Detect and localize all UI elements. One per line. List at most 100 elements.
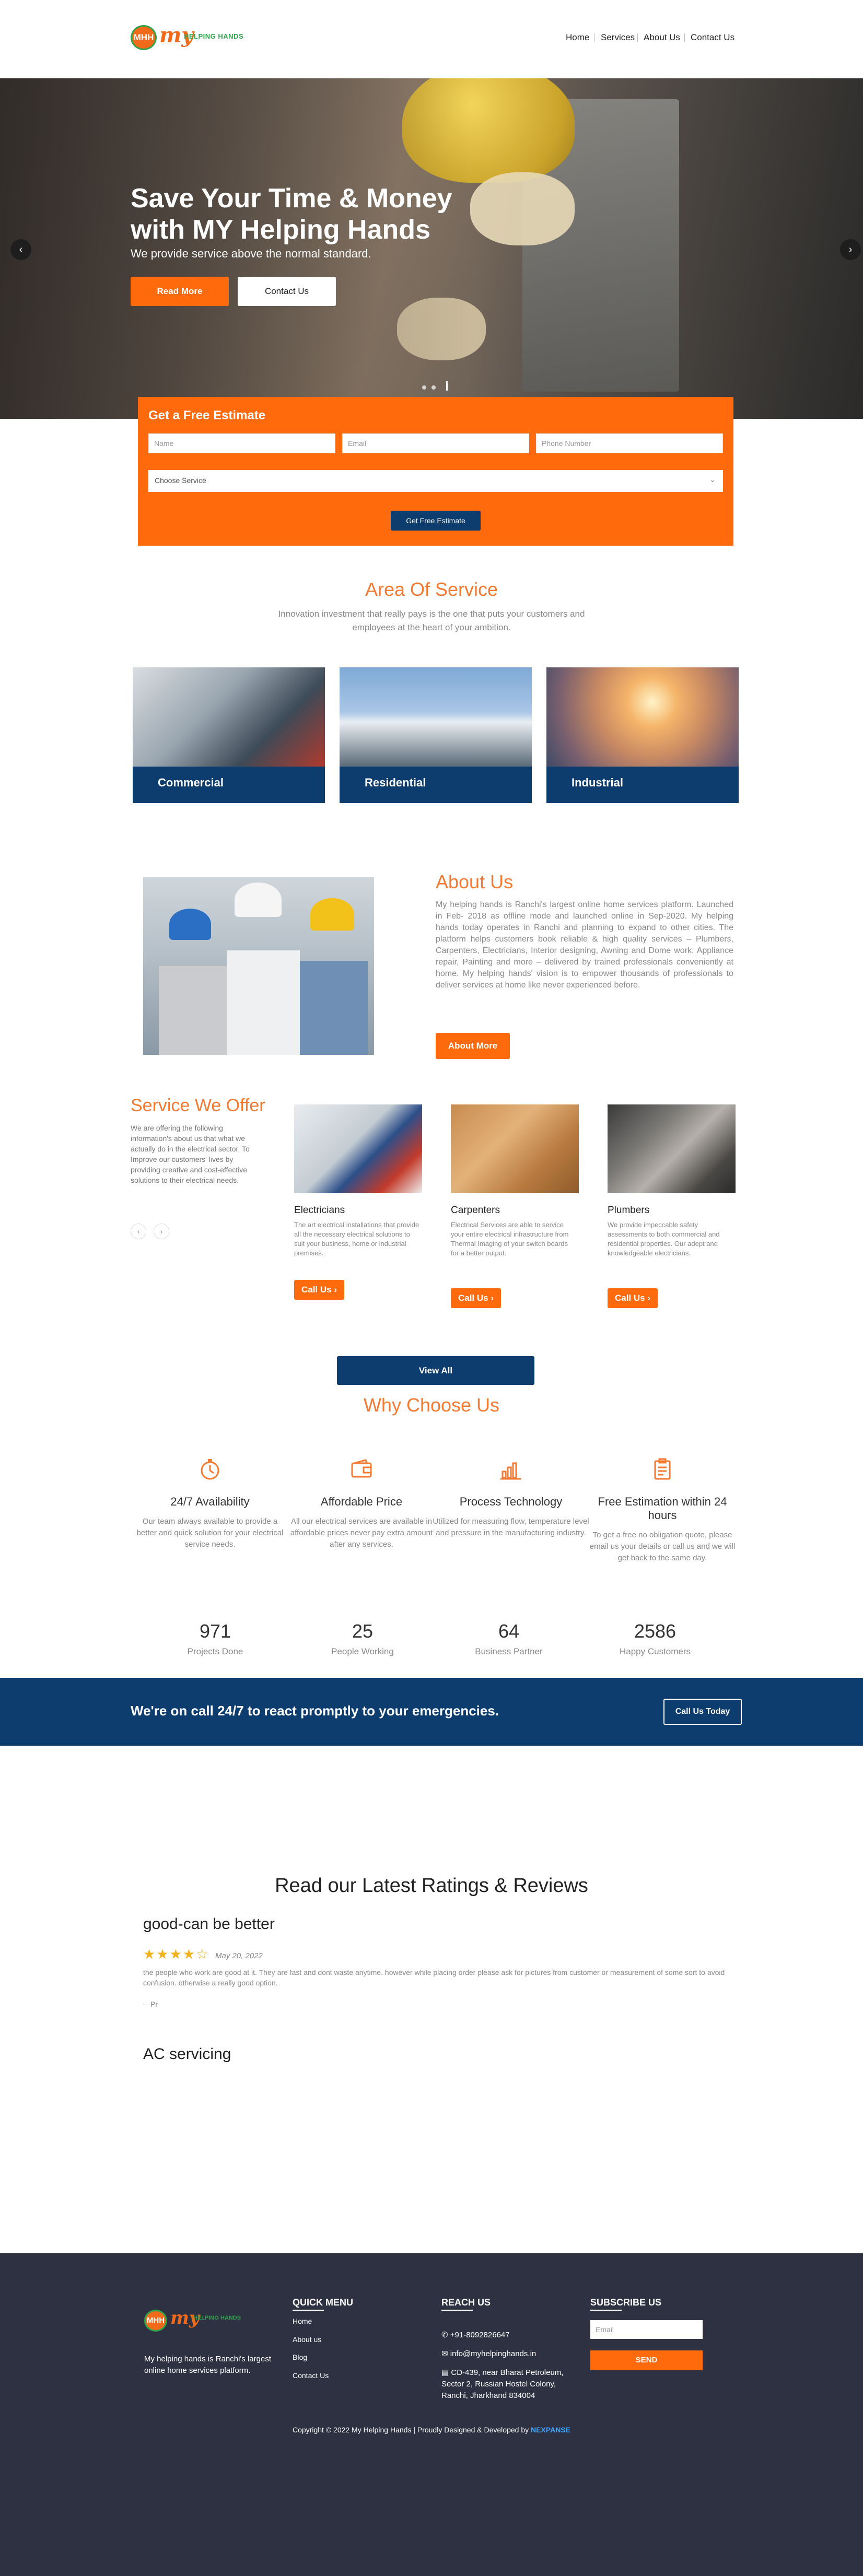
call-us-today-button[interactable]: Call Us Today <box>663 1699 742 1725</box>
emergency-call-band: We're on call 24/7 to react promptly to … <box>0 1678 863 1746</box>
why-desc: To get a free no obligation quote, pleas… <box>589 1531 736 1562</box>
review-body: the people who work are good at it. They… <box>143 1968 725 1987</box>
why-desc: Our team always available to provide a b… <box>136 1517 284 1549</box>
phone-contact[interactable]: ✆ +91-8092826647 <box>441 2330 510 2341</box>
stat-people: 25 People Working <box>284 1620 441 1657</box>
chevron-right-icon: › <box>647 1293 651 1303</box>
heading-underline <box>293 2310 324 2311</box>
nav-home[interactable]: Home <box>566 32 589 43</box>
area-card-label: Residential <box>365 776 426 789</box>
area-card-commercial[interactable]: Commercial <box>133 667 325 803</box>
view-all-button[interactable]: View All <box>337 1356 534 1385</box>
stat-partners: 64 Business Partner <box>430 1620 587 1657</box>
address-contact: ▤ CD-439, near Bharat Petroleum, Sector … <box>441 2368 564 2400</box>
stat-label: Happy Customers <box>619 1646 691 1656</box>
service-select[interactable]: Choose Service ⌄ <box>148 470 723 492</box>
estimate-title: Get a Free Estimate <box>148 408 266 422</box>
subscribe-email-input[interactable]: Email <box>590 2320 703 2339</box>
estimate-form: Get a Free Estimate Name Email Phone Num… <box>138 397 733 546</box>
services-text: We are offering the following informatio… <box>131 1124 250 1184</box>
contact-us-button[interactable]: Contact Us <box>238 277 336 306</box>
nav-about[interactable]: About Us <box>644 32 680 43</box>
carousel-prev-button[interactable]: ‹ <box>131 1224 146 1239</box>
clock-icon <box>201 1459 219 1480</box>
slider-dot[interactable] <box>431 385 436 390</box>
why-name: 24/7 Availability <box>170 1495 250 1508</box>
area-title: Area Of Service <box>365 579 498 600</box>
call-us-button[interactable]: Call Us › <box>294 1280 344 1300</box>
footer-link-blog[interactable]: Blog <box>293 2353 307 2361</box>
stat-number: 25 <box>352 1620 374 1642</box>
white-helmet <box>235 883 282 917</box>
area-card-residential[interactable]: Residential <box>340 667 532 803</box>
email-field[interactable]: Email <box>342 433 529 453</box>
nav-contact[interactable]: Contact Us <box>691 32 734 43</box>
why-name: Affordable Price <box>320 1495 403 1508</box>
map-icon: ▤ <box>441 2368 449 2377</box>
name-field[interactable]: Name <box>148 433 335 453</box>
stat-label: Business Partner <box>475 1646 543 1656</box>
quick-menu-title: QUICK MENU <box>293 2297 353 2308</box>
slider-dot[interactable] <box>422 385 426 390</box>
worker-body <box>159 966 227 1055</box>
star-rating: ★★★★☆ <box>143 1946 209 1962</box>
nav-services[interactable]: Services <box>601 32 635 43</box>
carpenters-image <box>451 1104 579 1193</box>
footer-logo[interactable]: MHH <box>144 2310 167 2332</box>
services-title: Service We Offer <box>131 1096 265 1115</box>
phone-icon: ✆ <box>441 2331 448 2339</box>
plumbers-image <box>608 1104 736 1193</box>
call-us-button[interactable]: Call Us › <box>451 1288 501 1308</box>
review-heading: AC servicing <box>143 2045 231 2063</box>
email-contact[interactable]: ✉ info@myhelpinghands.in <box>441 2348 536 2360</box>
hero-slider: Save Your Time & Money with MY Helping H… <box>0 78 863 419</box>
call-us-button[interactable]: Call Us › <box>608 1288 658 1308</box>
stat-customers: 2586 Happy Customers <box>577 1620 733 1657</box>
chevron-right-icon: › <box>491 1293 494 1303</box>
chevron-left-icon[interactable]: ‹ <box>10 239 31 260</box>
heading-underline <box>590 2310 622 2311</box>
about-more-button[interactable]: About More <box>436 1033 510 1059</box>
footer-link-about[interactable]: About us <box>293 2335 321 2344</box>
hero-title: Save Your Time & Money with MY Helping H… <box>131 183 452 245</box>
subscribe-title: SUBSCRIBE US <box>590 2297 662 2308</box>
service-desc: Electrical Services are able to service … <box>451 1221 569 1257</box>
commercial-image <box>133 667 325 767</box>
wallet-icon <box>351 1459 372 1478</box>
footer-link-contact[interactable]: Contact Us <box>293 2371 329 2380</box>
why-item: Free Estimation within 24 hours To get a… <box>584 1457 741 1564</box>
about-title: About Us <box>436 871 514 892</box>
get-free-estimate-button[interactable]: Get Free Estimate <box>391 511 481 531</box>
area-card-industrial[interactable]: Industrial <box>546 667 739 803</box>
carousel-next-button[interactable]: › <box>154 1224 169 1239</box>
stat-number: 64 <box>498 1620 520 1642</box>
area-subtitle: Innovation investment that really pays i… <box>278 609 585 632</box>
site-header: MHH my HELPING HANDS Home Services About… <box>0 0 863 78</box>
stat-number: 971 <box>199 1620 231 1642</box>
worker-body <box>227 950 300 1055</box>
chevron-down-icon: ⌄ <box>709 475 716 484</box>
service-name: Plumbers <box>608 1205 650 1216</box>
review-date: May 20, 2022 <box>215 1951 263 1960</box>
phone-field[interactable]: Phone Number <box>536 433 723 453</box>
stat-projects: 971 Projects Done <box>137 1620 294 1657</box>
service-name: Carpenters <box>451 1205 500 1216</box>
slider-dot-active[interactable] <box>446 381 448 391</box>
read-more-button[interactable]: Read More <box>131 277 229 306</box>
stat-label: Projects Done <box>187 1646 243 1656</box>
hero-subtitle: We provide service above the normal stan… <box>131 247 371 260</box>
why-desc: All our electrical services are availabl… <box>290 1517 433 1549</box>
send-button[interactable]: SEND <box>590 2350 703 2370</box>
footer-link-home[interactable]: Home <box>293 2317 312 2325</box>
about-image <box>143 877 374 1055</box>
chevron-right-icon[interactable]: › <box>840 239 861 260</box>
about-text: My helping hands is Ranchi's largest onl… <box>436 900 733 990</box>
footer-about: My helping hands is Ranchi's largest onl… <box>144 2355 271 2375</box>
reach-us-title: REACH US <box>441 2297 491 2308</box>
logo-subtitle: HELPING HANDS <box>184 32 244 40</box>
review-author: —Pr <box>143 2000 158 2008</box>
why-name: Free Estimation within 24 hours <box>598 1495 727 1522</box>
logo[interactable]: MHH <box>131 25 157 50</box>
developer-link[interactable]: NEXPANSE <box>531 2426 570 2434</box>
nav-divider <box>637 33 638 42</box>
